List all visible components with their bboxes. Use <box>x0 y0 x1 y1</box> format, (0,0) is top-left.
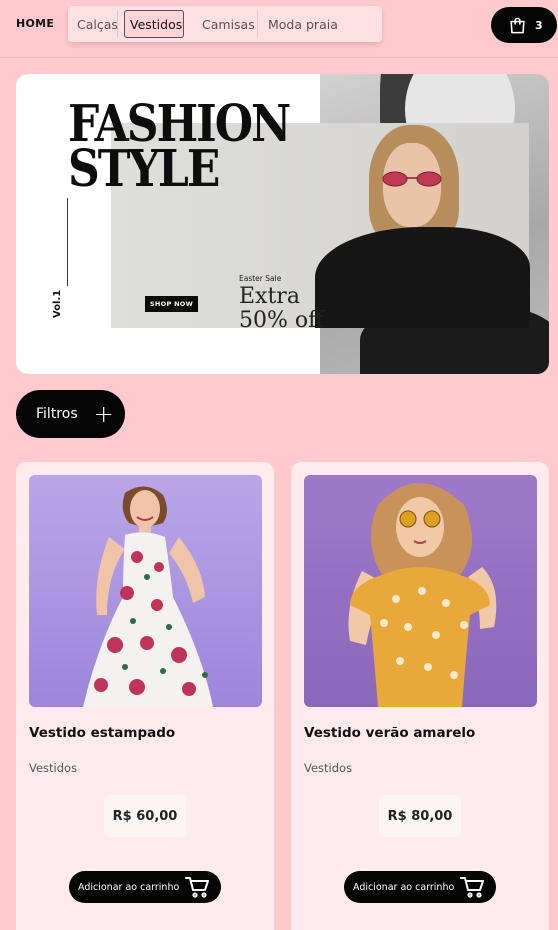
banner-title: FASHION STYLE <box>68 95 291 199</box>
top-bar: HOME Calças Vestidos Camisas Moda praia … <box>0 0 558 58</box>
product-card[interactable]: Vestido estampado Vestidos R$ 60,00 Adic… <box>16 462 274 930</box>
tab-vestidos[interactable]: Vestidos <box>124 10 184 38</box>
filters-button[interactable]: Filtros + <box>16 390 125 438</box>
product-card[interactable]: Vestido verão amarelo Vestidos R$ 80,00 … <box>291 462 549 930</box>
cart-button[interactable]: 3 <box>491 7 557 43</box>
tab-camisas[interactable]: Camisas <box>190 10 258 38</box>
shop-now-button[interactable]: SHOP NOW <box>145 296 198 312</box>
home-link[interactable]: HOME <box>16 17 54 30</box>
product-price: R$ 80,00 <box>379 795 461 837</box>
promo-banner[interactable]: Easter Sale Extra 50% off FASHION STYLE … <box>16 74 549 374</box>
product-category: Vestidos <box>29 761 78 775</box>
add-to-cart-label: Adicionar ao carrinho <box>353 881 455 893</box>
product-price: R$ 60,00 <box>104 795 186 837</box>
add-to-cart-label: Adicionar ao carrinho <box>78 881 180 893</box>
product-category: Vestidos <box>304 761 353 775</box>
plus-icon: + <box>93 400 114 428</box>
product-name[interactable]: Vestido verão amarelo <box>304 725 475 741</box>
category-nav: Calças Vestidos Camisas Moda praia <box>68 6 382 42</box>
product-image[interactable] <box>304 475 537 707</box>
add-to-cart-button[interactable]: Adicionar ao carrinho <box>344 871 496 903</box>
filters-label: Filtros <box>36 406 78 422</box>
cart-count: 3 <box>535 18 543 32</box>
cart-icon <box>185 877 210 898</box>
tab-calcas[interactable]: Calças <box>72 10 118 38</box>
tab-moda-praia[interactable]: Moda praia <box>258 10 338 38</box>
add-to-cart-button[interactable]: Adicionar ao carrinho <box>69 871 221 903</box>
shopping-bag-icon <box>510 17 525 33</box>
cart-icon <box>460 877 485 898</box>
banner-volume: Vol.1 <box>52 289 63 318</box>
banner-eyebrow: Easter Sale <box>239 274 282 283</box>
banner-divider <box>67 198 68 286</box>
product-image[interactable] <box>29 475 262 707</box>
product-name[interactable]: Vestido estampado <box>29 725 175 741</box>
banner-headline: Extra 50% off <box>239 284 324 333</box>
